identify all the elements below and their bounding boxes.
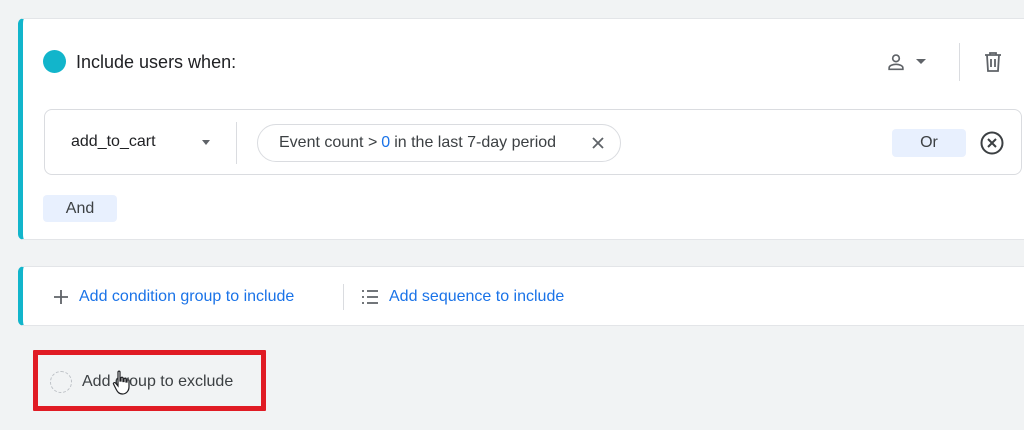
add-exclude-group-button[interactable]: Add group to exclude — [50, 370, 233, 394]
trash-icon — [985, 52, 1001, 72]
add-sequence-button[interactable]: Add sequence to include — [361, 286, 564, 308]
sequence-list-icon — [362, 290, 378, 304]
event-dropdown[interactable]: add_to_cart — [45, 110, 235, 174]
condition-row: add_to_cart Event count > 0 in the last … — [44, 109, 1022, 175]
delete-group-button[interactable] — [978, 47, 1008, 77]
parameter-chip[interactable]: Event count > 0 in the last 7-day period — [257, 124, 621, 162]
add-exclude-group-label: Add group to exclude — [82, 373, 234, 390]
actions-divider — [343, 284, 344, 310]
include-group-title: Include users when: — [76, 52, 237, 72]
event-name: add_to_cart — [71, 133, 156, 150]
include-group-header: Include users when: — [23, 19, 1024, 101]
person-icon — [888, 54, 904, 71]
row-divider — [236, 122, 237, 164]
header-divider — [959, 43, 960, 81]
dashed-circle-icon — [50, 371, 72, 393]
remove-condition-icon[interactable] — [979, 130, 1005, 156]
chip-value: 0 — [381, 134, 391, 151]
chip-prefix: Event count > — [279, 134, 378, 151]
add-condition-group-label: Add condition group to include — [79, 288, 295, 305]
group-indicator-dot — [43, 50, 66, 73]
caret-down-icon — [202, 140, 210, 145]
add-include-card: Add condition group to include Add seque… — [18, 266, 1024, 326]
add-sequence-label: Add sequence to include — [389, 288, 565, 305]
and-button[interactable]: And — [43, 195, 117, 222]
close-icon[interactable] — [590, 135, 606, 151]
chip-suffix: in the last 7-day period — [394, 134, 557, 151]
plus-icon — [54, 290, 68, 304]
user-scope-menu[interactable] — [885, 47, 945, 77]
include-group-card: Include users when: add_to_cart Event co — [18, 18, 1024, 240]
caret-down-icon — [916, 59, 926, 64]
add-condition-group-button[interactable]: Add condition group to include — [53, 286, 294, 308]
or-button[interactable]: Or — [892, 129, 966, 157]
